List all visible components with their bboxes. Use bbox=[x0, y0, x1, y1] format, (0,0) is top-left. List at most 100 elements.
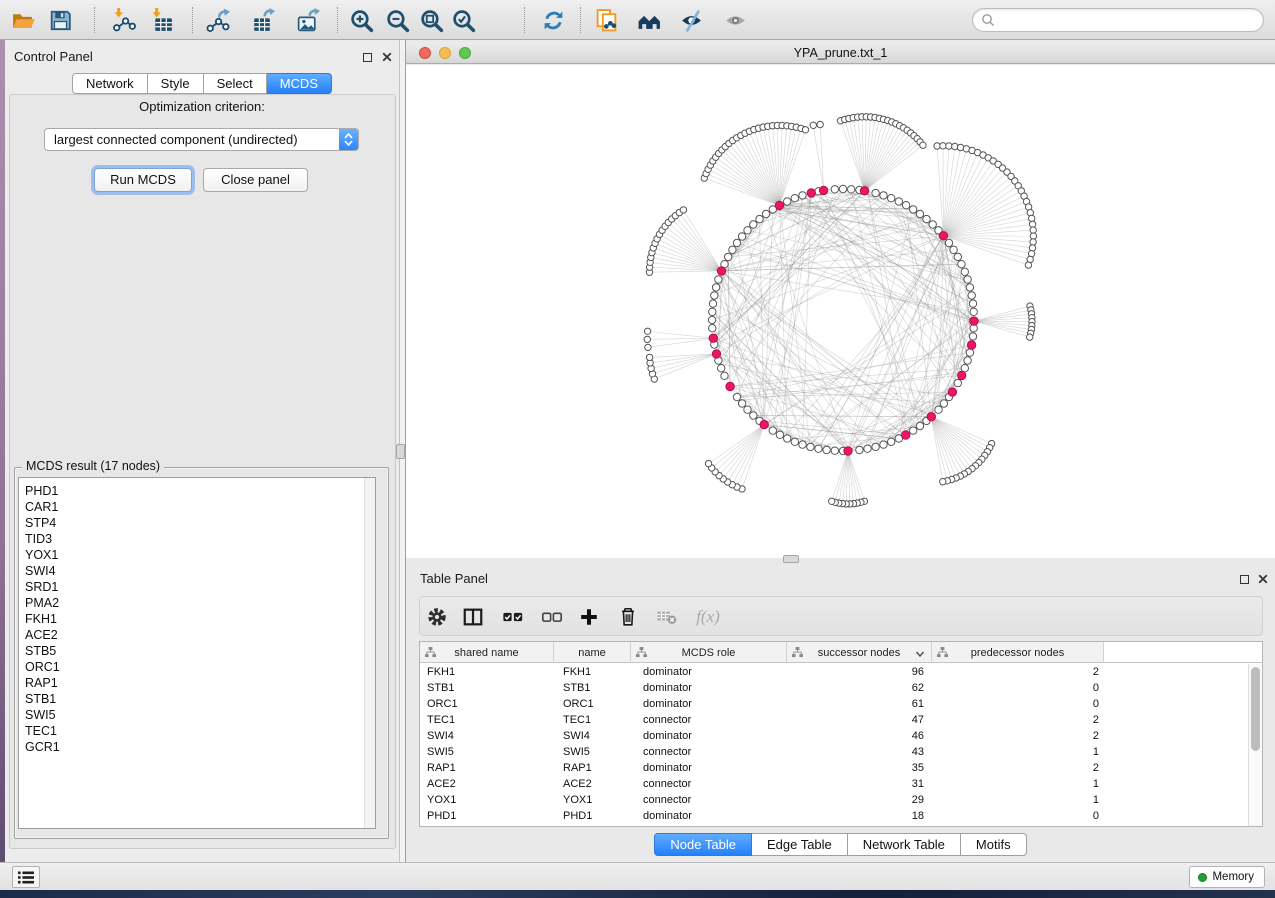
task-history-button[interactable] bbox=[12, 866, 40, 888]
table-row[interactable]: RAP1RAP1dominator352 bbox=[420, 760, 1248, 776]
zoom-fit-button[interactable] bbox=[416, 5, 446, 35]
network-graph[interactable] bbox=[406, 65, 1275, 558]
horizontal-splitter-handle[interactable] bbox=[783, 555, 799, 563]
mcds-list-scrollbar[interactable] bbox=[364, 478, 375, 828]
mcds-result-list[interactable]: PHD1CAR1STP4TID3YOX1SWI4SRD1PMA2FKH1ACE2… bbox=[18, 477, 376, 829]
tab-mcds[interactable]: MCDS bbox=[267, 73, 332, 94]
show-all-button[interactable] bbox=[720, 5, 750, 35]
add-row-button[interactable] bbox=[577, 605, 601, 629]
float-panel-button[interactable] bbox=[361, 51, 373, 63]
table-row[interactable]: PHD1PHD1dominator180 bbox=[420, 808, 1248, 824]
control-panel-title: Control Panel bbox=[14, 49, 93, 64]
table-scrollbar-thumb[interactable] bbox=[1251, 667, 1260, 751]
mcds-result-item[interactable]: RAP1 bbox=[19, 675, 375, 691]
table-row[interactable]: ACE2ACE2connector311 bbox=[420, 776, 1248, 792]
export-table-button[interactable] bbox=[247, 5, 277, 35]
mcds-result-item[interactable]: YOX1 bbox=[19, 547, 375, 563]
table-tab-bar: Node TableEdge TableNetwork TableMotifs bbox=[406, 833, 1275, 856]
table-cell: ORC1 bbox=[420, 696, 554, 712]
mcds-result-item[interactable]: SWI5 bbox=[19, 707, 375, 723]
float-icon bbox=[363, 53, 372, 62]
app-window: Control Panel NetworkStyleSelectMCDS Opt… bbox=[0, 0, 1275, 898]
mcds-result-item[interactable]: PMA2 bbox=[19, 595, 375, 611]
mcds-result-item[interactable]: FKH1 bbox=[19, 611, 375, 627]
mcds-result-item[interactable]: ACE2 bbox=[19, 627, 375, 643]
float-table-panel-button[interactable] bbox=[1238, 573, 1250, 585]
tab-style[interactable]: Style bbox=[148, 73, 204, 94]
search-field[interactable] bbox=[972, 8, 1264, 32]
column-header-shared-name[interactable]: shared name bbox=[420, 642, 554, 663]
network-window-titlebar[interactable]: YPA_prune.txt_1 bbox=[406, 42, 1275, 64]
export-image-button[interactable] bbox=[292, 5, 322, 35]
import-network-button[interactable] bbox=[108, 5, 138, 35]
vertical-splitter-handle[interactable] bbox=[396, 444, 405, 459]
tab-node-table[interactable]: Node Table bbox=[654, 833, 752, 856]
network-nodes[interactable] bbox=[644, 114, 1037, 507]
refresh-view-button[interactable] bbox=[538, 5, 568, 35]
toolbar-separator bbox=[192, 7, 193, 33]
mcds-result-item[interactable]: CAR1 bbox=[19, 499, 375, 515]
column-label: shared name bbox=[454, 647, 518, 659]
mcds-result-item[interactable]: ORC1 bbox=[19, 659, 375, 675]
memory-button[interactable]: Memory bbox=[1189, 866, 1265, 888]
mcds-result-item[interactable]: SWI4 bbox=[19, 563, 375, 579]
main-toolbar bbox=[0, 0, 1275, 40]
table-cell: SWI5 bbox=[554, 744, 631, 760]
mcds-result-item[interactable]: GCR1 bbox=[19, 739, 375, 755]
zoom-selected-button[interactable] bbox=[448, 5, 478, 35]
column-header-predecessor-nodes[interactable]: predecessor nodes bbox=[932, 642, 1104, 663]
tab-edge-table[interactable]: Edge Table bbox=[752, 833, 848, 856]
first-neighbors-button[interactable] bbox=[634, 5, 664, 35]
table-settings-button[interactable] bbox=[425, 605, 449, 629]
mcds-result-item[interactable]: STB5 bbox=[19, 643, 375, 659]
close-table-panel-button[interactable] bbox=[1257, 573, 1269, 585]
mcds-result-item[interactable]: STP4 bbox=[19, 515, 375, 531]
table-row[interactable]: ORC1ORC1dominator610 bbox=[420, 696, 1248, 712]
column-header-name[interactable]: name bbox=[554, 642, 631, 663]
criterion-dropdown[interactable]: largest connected component (undirected) bbox=[44, 128, 359, 151]
show-column-button[interactable] bbox=[461, 605, 485, 629]
mcds-result-item[interactable]: TID3 bbox=[19, 531, 375, 547]
tab-select[interactable]: Select bbox=[204, 73, 267, 94]
table-row[interactable]: YOX1YOX1connector291 bbox=[420, 792, 1248, 808]
delete-row-button[interactable] bbox=[616, 605, 640, 629]
mcds-result-item[interactable]: PHD1 bbox=[19, 483, 375, 499]
column-header-successor-nodes[interactable]: successor nodes bbox=[787, 642, 932, 663]
delete-table-button[interactable] bbox=[655, 605, 679, 629]
table-row[interactable]: FKH1FKH1dominator962 bbox=[420, 664, 1248, 680]
apply-function-button[interactable]: f(x) bbox=[691, 605, 725, 629]
table-row[interactable]: TEC1TEC1connector472 bbox=[420, 712, 1248, 728]
search-input[interactable] bbox=[995, 13, 1263, 27]
network-canvas[interactable] bbox=[406, 65, 1275, 558]
export-network-button[interactable] bbox=[202, 5, 232, 35]
close-mcds-panel-button[interactable]: Close panel bbox=[203, 168, 308, 192]
close-panel-button[interactable] bbox=[381, 51, 393, 63]
import-table-button[interactable] bbox=[146, 5, 176, 35]
save-session-button[interactable] bbox=[45, 5, 75, 35]
table-row[interactable]: SWI5SWI5connector431 bbox=[420, 744, 1248, 760]
network-from-selection-button[interactable] bbox=[591, 5, 621, 35]
table-cell: RAP1 bbox=[420, 760, 554, 776]
zoom-out-button[interactable] bbox=[382, 5, 412, 35]
table-row[interactable]: SWI4SWI4dominator462 bbox=[420, 728, 1248, 744]
mcds-result-item[interactable]: STB1 bbox=[19, 691, 375, 707]
select-all-button[interactable] bbox=[501, 605, 525, 629]
tab-motifs[interactable]: Motifs bbox=[961, 833, 1027, 856]
deselect-all-button[interactable] bbox=[540, 605, 564, 629]
node-table-header: shared name name MCDS role successor nodesp… bbox=[420, 642, 1262, 663]
column-header-MCDS-role[interactable]: MCDS role bbox=[631, 642, 787, 663]
open-file-button[interactable] bbox=[8, 5, 38, 35]
mcds-result-item[interactable]: TEC1 bbox=[19, 723, 375, 739]
mcds-result-item[interactable]: SRD1 bbox=[19, 579, 375, 595]
hide-selected-button[interactable] bbox=[676, 5, 706, 35]
table-cell: PHD1 bbox=[420, 808, 554, 824]
float-icon bbox=[1240, 575, 1249, 584]
column-label: MCDS role bbox=[682, 647, 736, 659]
export-table-icon bbox=[250, 8, 275, 33]
table-cell: connector bbox=[631, 792, 787, 808]
run-mcds-button[interactable]: Run MCDS bbox=[94, 168, 192, 192]
tab-network[interactable]: Network bbox=[72, 73, 148, 94]
table-row[interactable]: STB1STB1dominator620 bbox=[420, 680, 1248, 696]
tab-network-table[interactable]: Network Table bbox=[848, 833, 961, 856]
zoom-in-button[interactable] bbox=[346, 5, 376, 35]
